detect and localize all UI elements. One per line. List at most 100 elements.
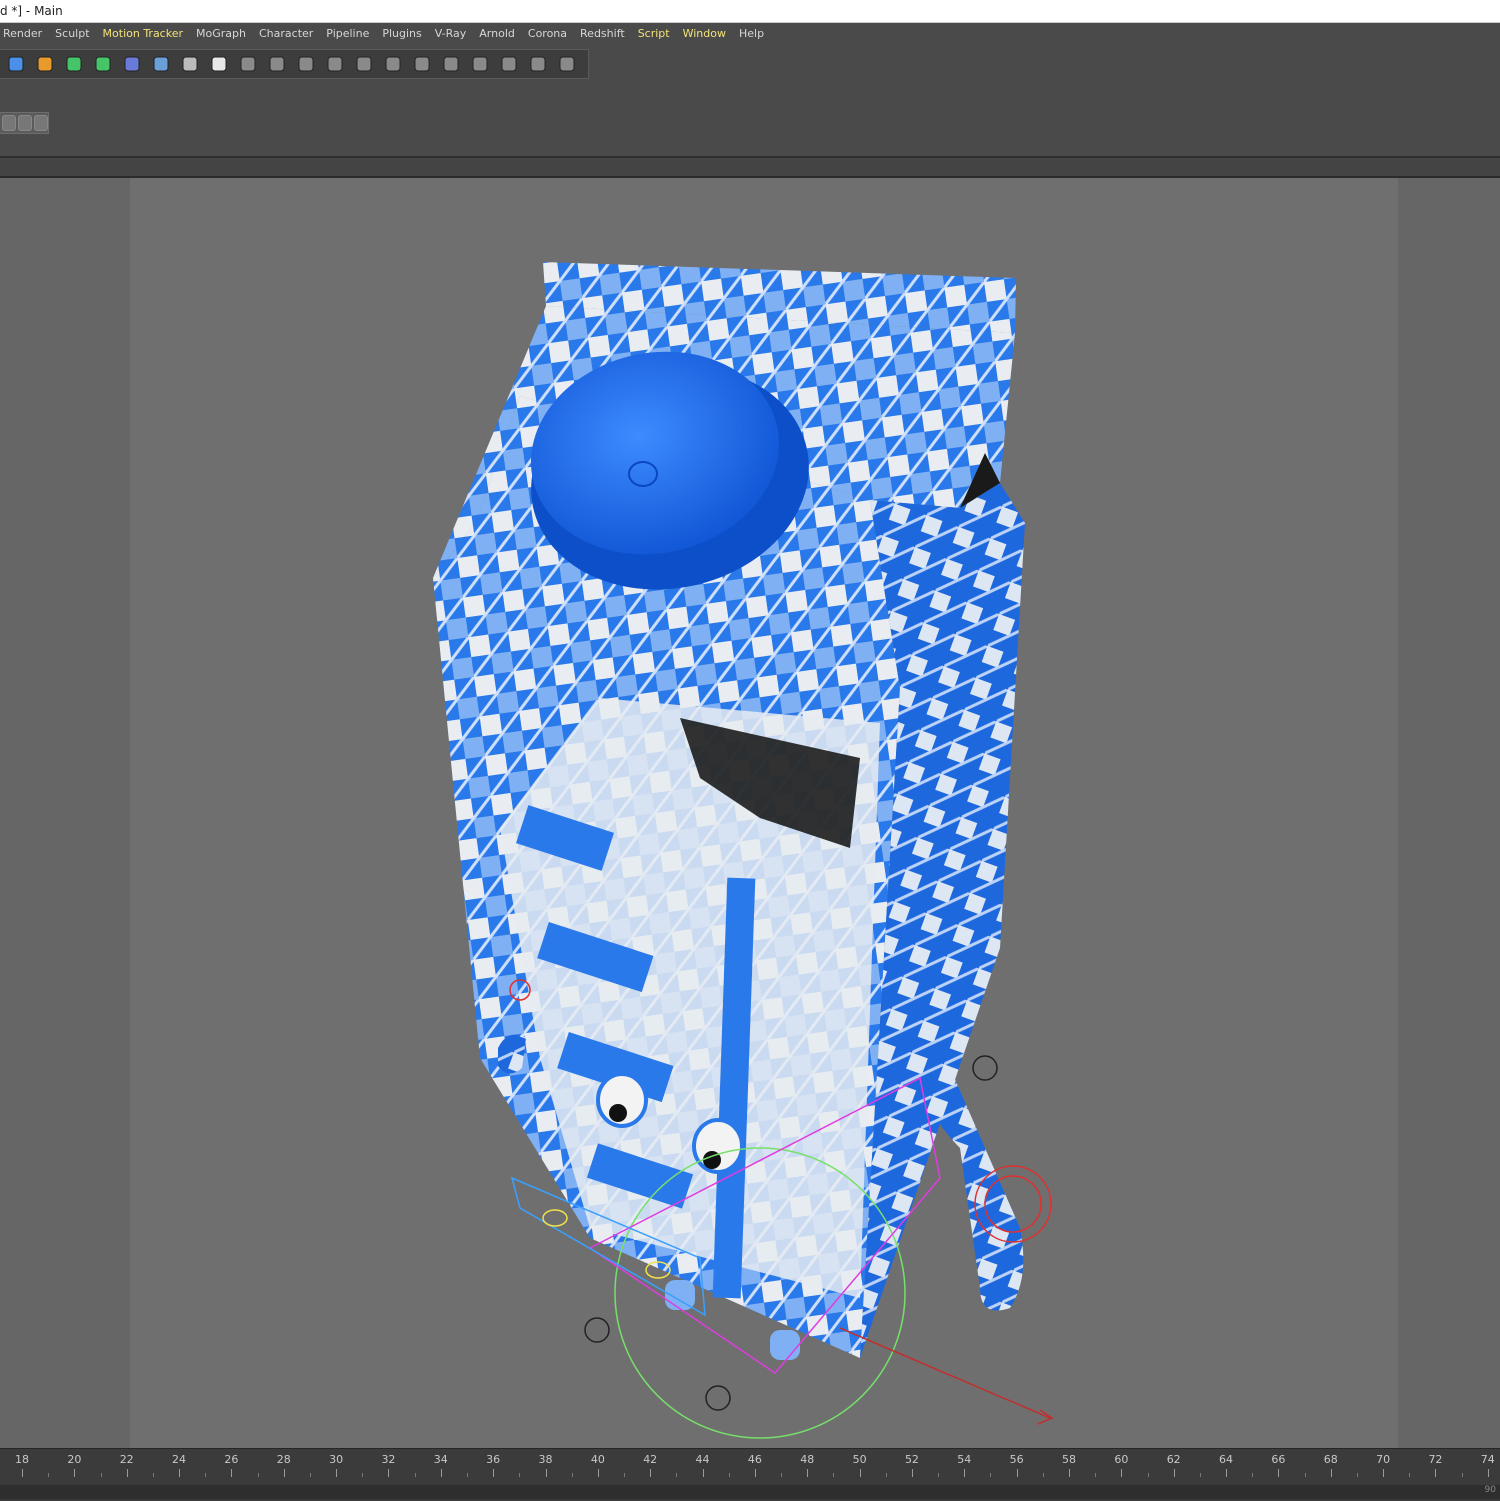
bone-icon[interactable]: [292, 52, 319, 76]
timeline-minor-tick: [309, 1473, 311, 1477]
menu-script[interactable]: Script: [638, 23, 676, 44]
timeline-tick-label: 20: [67, 1453, 82, 1466]
menu-redshift[interactable]: Redshift: [580, 23, 631, 44]
weight-icon[interactable]: [379, 52, 406, 76]
timeline-minor-tick: [1304, 1473, 1306, 1477]
array-icon[interactable]: [524, 52, 551, 76]
timeline-tick-label: 34: [433, 1453, 448, 1466]
timeline-tick-label: 54: [957, 1453, 972, 1466]
timeline-tick: [1330, 1469, 1332, 1477]
timeline-minor-tick: [414, 1473, 416, 1477]
mode-palette: [0, 112, 49, 134]
deformer-icon[interactable]: [118, 52, 145, 76]
timeline-minor-tick: [676, 1473, 678, 1477]
timeline-tick-label: 68: [1323, 1453, 1338, 1466]
timeline-tick-label: 52: [904, 1453, 919, 1466]
menu-v-ray[interactable]: V-Ray: [435, 23, 473, 44]
timeline-minor-tick: [205, 1473, 207, 1477]
timeline-minor-tick: [1252, 1473, 1254, 1477]
timeline-minor-tick: [152, 1473, 154, 1477]
timeline-minor-tick: [1356, 1473, 1358, 1477]
timeline-tick: [1487, 1469, 1489, 1477]
3d-viewport[interactable]: [0, 178, 1500, 1448]
timeline-tick-label: 60: [1114, 1453, 1129, 1466]
hair-icon[interactable]: [466, 52, 493, 76]
menu-corona[interactable]: Corona: [528, 23, 573, 44]
grid-icon[interactable]: [495, 52, 522, 76]
subdivide-icon[interactable]: [60, 52, 87, 76]
cloth-icon[interactable]: [437, 52, 464, 76]
timeline-tick: [1226, 1469, 1228, 1477]
timeline-minor-tick: [257, 1473, 259, 1477]
timeline-tick: [440, 1469, 442, 1477]
timeline-tick-label: 40: [590, 1453, 605, 1466]
menu-window[interactable]: Window: [683, 23, 732, 44]
timeline-tick-label: 48: [800, 1453, 815, 1466]
light-icon[interactable]: [205, 52, 232, 76]
timeline-minor-tick: [781, 1473, 783, 1477]
timeline-tick-label: 56: [1009, 1453, 1024, 1466]
joint-icon[interactable]: [234, 52, 261, 76]
timeline-tick: [336, 1469, 338, 1477]
timeline-tick: [283, 1469, 285, 1477]
timeline-track[interactable]: [0, 1485, 1500, 1499]
pen-icon[interactable]: [31, 52, 58, 76]
timeline-minor-tick: [1409, 1473, 1411, 1477]
timeline-minor-tick: [885, 1473, 887, 1477]
cube-icon[interactable]: [2, 52, 29, 76]
timeline-tick-label: 18: [15, 1453, 29, 1466]
scene-render: [0, 178, 1500, 1448]
menu-arnold[interactable]: Arnold: [479, 23, 521, 44]
timeline-tick-label: 28: [276, 1453, 291, 1466]
right-foot: [770, 1330, 800, 1360]
mode-button-1[interactable]: [2, 115, 16, 131]
menu-pipeline[interactable]: Pipeline: [326, 23, 375, 44]
timeline-tick-label: 72: [1428, 1453, 1443, 1466]
skin-icon[interactable]: [321, 52, 348, 76]
morph-icon[interactable]: [350, 52, 377, 76]
viewport-safe-frame-left: [0, 178, 130, 1448]
menu-motion-tracker[interactable]: Motion Tracker: [103, 23, 189, 44]
timeline-tick: [807, 1469, 809, 1477]
timeline-tick-label: 42: [643, 1453, 658, 1466]
timeline-minor-tick: [1042, 1473, 1044, 1477]
menu-sculpt[interactable]: Sculpt: [55, 23, 95, 44]
floor-icon[interactable]: [147, 52, 174, 76]
array2-icon[interactable]: [553, 52, 580, 76]
menu-help[interactable]: Help: [739, 23, 770, 44]
timeline-minor-tick: [519, 1473, 521, 1477]
timeline-tick-label: 22: [119, 1453, 134, 1466]
timeline-minor-tick: [833, 1473, 835, 1477]
end-frame-label: 90: [1484, 1485, 1496, 1495]
timeline-tick: [597, 1469, 599, 1477]
menu-mograph[interactable]: MoGraph: [196, 23, 252, 44]
timeline-tick: [1435, 1469, 1437, 1477]
right-arm: [910, 1045, 1024, 1311]
cloner-icon[interactable]: [89, 52, 116, 76]
timeline-tick: [650, 1469, 652, 1477]
menu-render[interactable]: Render: [3, 23, 48, 44]
timeline-tick: [493, 1469, 495, 1477]
pose-icon[interactable]: [408, 52, 435, 76]
timeline-tick-label: 38: [538, 1453, 553, 1466]
timeline-minor-tick: [1461, 1473, 1463, 1477]
menu-plugins[interactable]: Plugins: [382, 23, 427, 44]
timeline-tick-label: 70: [1376, 1453, 1391, 1466]
timeline-minor-tick: [938, 1473, 940, 1477]
ik-icon[interactable]: [263, 52, 290, 76]
timeline-minor-tick: [728, 1473, 730, 1477]
camera-icon[interactable]: [176, 52, 203, 76]
timeline-tick-label: 44: [695, 1453, 710, 1466]
timeline-tick: [388, 1469, 390, 1477]
timeline-minor-tick: [990, 1473, 992, 1477]
timeline-minor-tick: [571, 1473, 573, 1477]
mode-button-2[interactable]: [18, 115, 32, 131]
mode-button-3[interactable]: [34, 115, 48, 131]
timeline-tick-label: 32: [381, 1453, 396, 1466]
menu-character[interactable]: Character: [259, 23, 319, 44]
timeline-ruler[interactable]: 90 18 20 22 24 26 28 30 32 34 36 38 40 42 44 46 48 50 52 5…: [0, 1448, 1500, 1501]
timeline-minor-tick: [100, 1473, 102, 1477]
window-title: d *] - Main: [0, 4, 63, 18]
timeline-tick: [964, 1469, 966, 1477]
timeline-tick: [1069, 1469, 1070, 1477]
